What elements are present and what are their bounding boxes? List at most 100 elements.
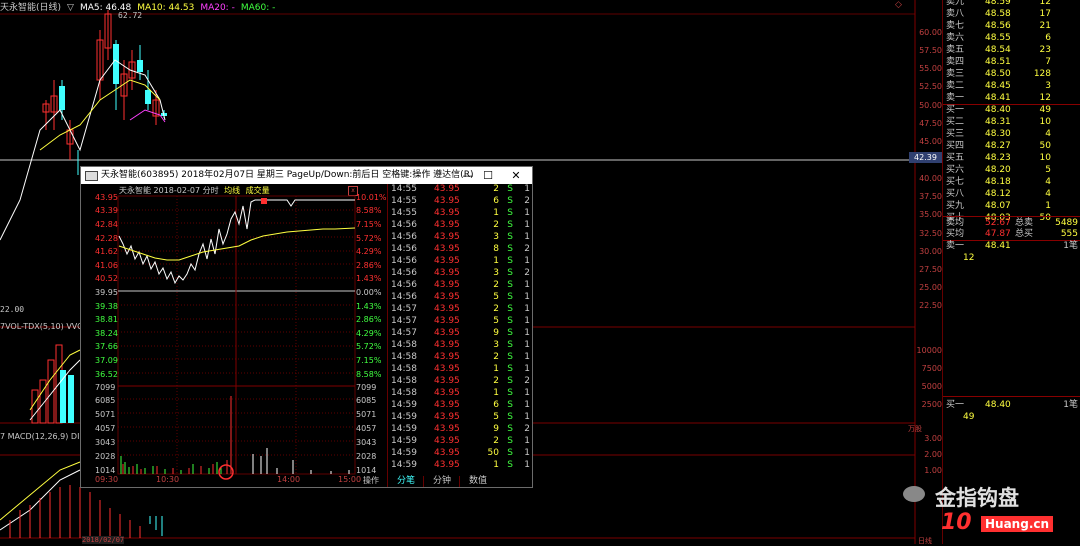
trade-row: 14:56 43.95 3 S 1 (391, 232, 530, 242)
tab-value[interactable]: 数值 (459, 476, 496, 487)
queue-row: 买一 48.40 1笔 (946, 400, 1078, 410)
trade-row: 14:58 43.95 1 S 1 (391, 364, 530, 374)
trade-row: 14:59 43.95 50 S 1 (391, 448, 530, 458)
axis-tick: 1.00 (924, 466, 942, 475)
intraday-time-axis: 09:30 10:30 14:00 15:00 操作 (95, 475, 379, 486)
sell-summary-row: 卖均 52.67 总卖 5489 (946, 218, 1078, 228)
tab-minute[interactable]: 分钟 (423, 476, 460, 487)
trade-row: 14:56 43.95 8 S 2 (391, 244, 530, 254)
trade-row: 14:56 43.95 3 S 2 (391, 268, 530, 278)
trade-row: 14:55 43.95 2 S 1 (391, 184, 530, 194)
popup-titlebar[interactable]: 天永智能(603895) 2018年02月07日 星期三 PageUp/Down… (81, 167, 532, 184)
axis-tick: 37.50 (919, 192, 942, 201)
watermark-title: 金指钩盘 (935, 486, 1019, 510)
price-axis: 60.00 57.50 55.00 52.50 50.00 47.50 45.0… (908, 0, 942, 330)
ask-row: 卖六 48.55 6 (946, 33, 1051, 43)
axis-tick: 30.00 (919, 247, 942, 256)
ask-row: 卖七 48.56 21 (946, 21, 1051, 31)
crosshair-price-tag: 42.39 (909, 152, 942, 163)
axis-tick: 25.00 (919, 283, 942, 292)
bid-row: 买五 48.23 10 (946, 153, 1051, 163)
axis-tick: 2.00 (924, 450, 942, 459)
bid-row: 买二 48.31 10 (946, 117, 1051, 127)
trade-row: 14:56 43.95 2 S 1 (391, 220, 530, 230)
divider (943, 216, 1080, 217)
intraday-pct-axis-right: 10.01% 8.58% 7.15% 5.72% 4.29% 2.86% 1.4… (356, 193, 387, 475)
low-price-label: 22.00 (0, 305, 25, 314)
trade-row: 14:56 43.95 1 S 1 (391, 256, 530, 266)
trade-row: 14:58 43.95 1 S 1 (391, 388, 530, 398)
axis-tick: 10000 (916, 346, 942, 355)
trade-ticks-table[interactable]: 14:55 43.95 2 S 1 14:55 43.95 6 S 2 14:55 43.95 1 S… (387, 184, 533, 476)
ask-row: 卖九 48.59 12 (946, 0, 1051, 7)
axis-tick: 35.00 (919, 210, 942, 219)
axis-tick: 60.00 (919, 28, 942, 37)
axis-tick: 22.50 (919, 301, 942, 310)
wechat-icon (903, 486, 925, 502)
trade-row: 14:59 43.95 1 S 1 (391, 460, 530, 470)
bid-row: 买三 48.30 4 (946, 129, 1051, 139)
volume-legend: 7VOL-TDX(5,10) VVOL (0, 322, 88, 331)
bid-row: 买四 48.27 50 (946, 141, 1051, 151)
high-price-label: 62.72 (118, 11, 143, 20)
trade-row: 14:56 43.95 5 S 1 (391, 292, 530, 302)
axis-tick: 50.00 (919, 101, 942, 110)
ask-row: 卖四 48.51 7 (946, 57, 1051, 67)
intraday-chart[interactable]: 天永智能 2018-02-07 分时 均线 成交量 x 43.95 43.39 … (81, 184, 387, 487)
bid-row: 买六 48.20 5 (946, 165, 1051, 175)
trade-row: 14:58 43.95 2 S 2 (391, 376, 530, 386)
axis-tick: 2500 (921, 400, 942, 409)
trade-row: 14:59 43.95 9 S 2 (391, 424, 530, 434)
trade-row: 14:55 43.95 1 S 1 (391, 208, 530, 218)
order-book-panel: 卖九 48.59 12 卖八 48.58 17 卖七 48.56 21 卖六 48.55 6 卖… (942, 0, 1080, 544)
popup-tabs: 分笔 分钟 数值 (387, 476, 532, 487)
ask-row: 卖三 48.50 128 (946, 69, 1051, 79)
watermark-badge: 10 (941, 510, 972, 535)
axis-tick: 7500 (921, 364, 942, 373)
ops-button[interactable]: 操作 (363, 475, 379, 486)
bid-row: 买八 48.12 4 (946, 189, 1051, 199)
trade-row: 14:59 43.95 5 S 1 (391, 412, 530, 422)
macd-axis: 3.00 2.00 1.00 (908, 432, 942, 482)
axis-tick: 52.50 (919, 82, 942, 91)
intraday-plot (117, 195, 356, 480)
ask-row: 卖五 48.54 23 (946, 45, 1051, 55)
close-button[interactable]: ✕ (509, 167, 523, 184)
tab-trades[interactable]: 分笔 (387, 476, 424, 487)
ask-row: 卖二 48.45 3 (946, 81, 1051, 91)
volume-axis: 10000 7500 5000 2500 (908, 340, 942, 430)
queue-volume: 49 (963, 412, 975, 422)
trade-row: 14:59 43.95 2 S 1 (391, 436, 530, 446)
queue-row: 卖一 48.41 1笔 (946, 241, 1078, 251)
watermark-logo: 金指钩盘 10 Huang.cn (895, 480, 1080, 544)
trade-row: 14:58 43.95 3 S 1 (391, 340, 530, 350)
bottom-date: 2018/02/07 (82, 536, 125, 544)
ask-row: 卖八 48.58 17 (946, 9, 1051, 19)
ask-row: 卖一 48.41 12 (946, 93, 1051, 103)
trade-row: 14:56 43.95 2 S 1 (391, 280, 530, 290)
axis-tick: 32.50 (919, 229, 942, 238)
maximize-button[interactable]: ☐ (481, 167, 495, 184)
intraday-popup-window[interactable]: 天永智能(603895) 2018年02月07日 星期三 PageUp/Down… (80, 166, 533, 488)
trade-row: 14:57 43.95 2 S 1 (391, 304, 530, 314)
buy-summary-row: 买均 47.87 总买 555 (946, 229, 1078, 239)
app-icon (85, 171, 98, 181)
axis-tick: 40.00 (919, 174, 942, 183)
event-marker-icon (261, 198, 267, 204)
watermark-url: Huang.cn (981, 516, 1054, 532)
bid-row: 买七 48.18 4 (946, 177, 1051, 187)
trade-row: 14:59 43.95 6 S 1 (391, 400, 530, 410)
minimize-button[interactable]: — (461, 167, 475, 184)
axis-tick: 27.50 (919, 265, 942, 274)
intraday-price-axis-left: 43.95 43.39 42.84 42.28 41.62 41.06 40.5… (95, 193, 118, 475)
trade-row: 14:55 43.95 6 S 2 (391, 196, 530, 206)
divider (943, 396, 1080, 397)
axis-tick: 47.50 (919, 119, 942, 128)
bid-row: 买九 48.07 1 (946, 201, 1051, 211)
axis-tick: 45.00 (919, 137, 942, 146)
axis-tick: 57.50 (919, 46, 942, 55)
axis-tick: 55.00 (919, 64, 942, 73)
queue-volume: 12 (963, 253, 975, 263)
trade-row: 14:58 43.95 2 S 1 (391, 352, 530, 362)
trade-row: 14:57 43.95 9 S 1 (391, 328, 530, 338)
